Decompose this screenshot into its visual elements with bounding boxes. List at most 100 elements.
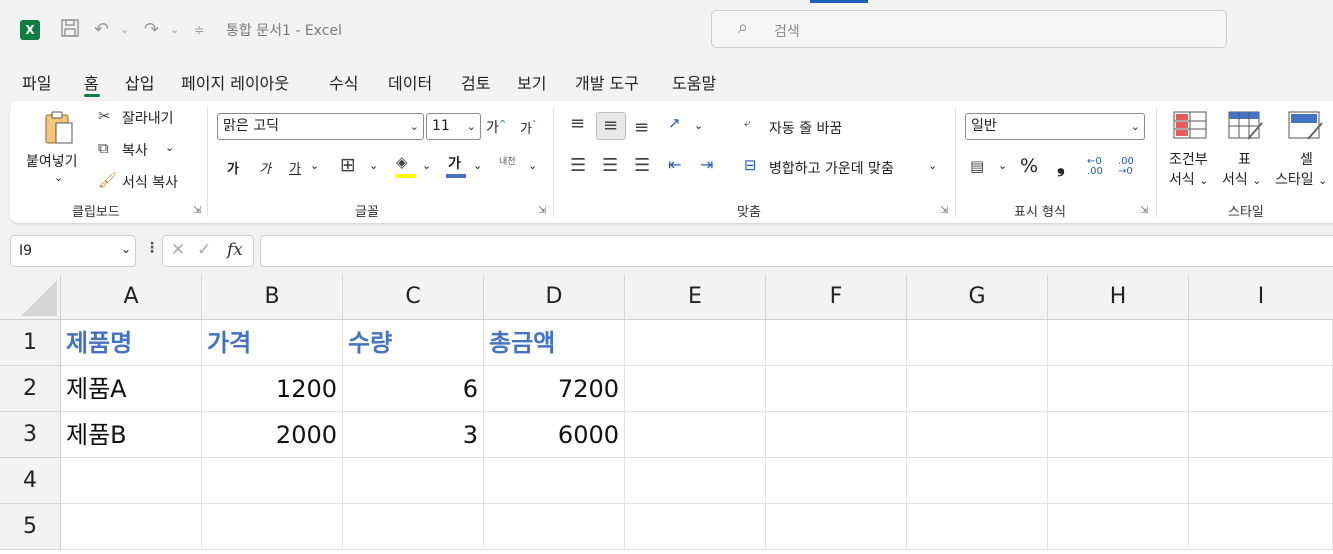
copy-dropdown-icon[interactable]: ⌄ xyxy=(165,141,174,154)
cell-e1[interactable] xyxy=(625,320,766,366)
row-header-1[interactable]: 1 xyxy=(0,320,61,366)
font-name-combo[interactable]: 맑은 고딕 ⌄ xyxy=(217,113,424,140)
wrap-text-button[interactable]: 자동 줄 바꿈 xyxy=(769,118,842,138)
cell-h4[interactable] xyxy=(1048,458,1189,504)
tab-file[interactable]: 파일 xyxy=(22,70,51,94)
cell-e2[interactable] xyxy=(625,366,766,412)
more-options-icon[interactable]: ⋮ xyxy=(145,240,159,256)
underline-button[interactable]: 가 xyxy=(289,158,301,177)
tab-review[interactable]: 검토 xyxy=(461,70,490,94)
cell-h2[interactable] xyxy=(1048,366,1189,412)
cell-a5[interactable] xyxy=(61,504,202,550)
cell-d1[interactable]: 총금액 xyxy=(484,320,625,366)
row-header-4[interactable]: 4 xyxy=(0,458,61,504)
cell-h1[interactable] xyxy=(1048,320,1189,366)
cell-f4[interactable] xyxy=(766,458,907,504)
accounting-format-icon[interactable]: ▤ xyxy=(970,157,984,175)
cell-c3[interactable]: 3 xyxy=(343,412,484,458)
merge-center-button[interactable]: 병합하고 가운데 맞춤 xyxy=(769,158,894,178)
format-as-table-label-2[interactable]: 서식 ⌄ xyxy=(1222,169,1261,189)
cell-e3[interactable] xyxy=(625,412,766,458)
column-header-g[interactable]: G xyxy=(907,275,1048,320)
cut-button[interactable]: 잘라내기 xyxy=(122,108,174,128)
format-painter-button[interactable]: 서식 복사 xyxy=(122,172,178,192)
cell-i1[interactable] xyxy=(1189,320,1333,366)
cell-f1[interactable] xyxy=(766,320,907,366)
font-color-button[interactable]: 가 xyxy=(448,153,461,173)
cell-e4[interactable] xyxy=(625,458,766,504)
cell-c1[interactable]: 수량 xyxy=(343,320,484,366)
row-header-5[interactable]: 5 xyxy=(0,504,61,550)
accounting-dropdown-icon[interactable]: ⌄ xyxy=(998,159,1007,172)
format-as-table-label-1[interactable]: 표 xyxy=(1238,149,1251,169)
search-box[interactable]: ⌕ 검색 xyxy=(711,10,1227,48)
font-color-dropdown-icon[interactable]: ⌄ xyxy=(473,159,482,172)
cell-a2[interactable]: 제품A xyxy=(61,366,202,412)
bold-button[interactable]: 가 xyxy=(227,158,239,177)
cell-b2[interactable]: 1200 xyxy=(202,366,343,412)
cell-f5[interactable] xyxy=(766,504,907,550)
paste-button[interactable]: 붙여넣기 xyxy=(26,151,78,171)
decrease-decimal-button[interactable]: .00 →0 xyxy=(1118,157,1140,177)
increase-indent-icon[interactable]: ⇥ xyxy=(700,155,713,174)
save-icon[interactable] xyxy=(60,18,80,45)
fill-color-dropdown-icon[interactable]: ⌄ xyxy=(422,159,431,172)
customize-quick-access-icon[interactable]: ≑ xyxy=(194,18,204,42)
align-left-icon[interactable]: ☰ xyxy=(570,155,586,176)
grow-font-button[interactable]: 가^ xyxy=(486,117,506,137)
column-header-b[interactable]: B xyxy=(202,275,343,320)
column-header-c[interactable]: C xyxy=(343,275,484,320)
tab-view[interactable]: 보기 xyxy=(517,70,546,94)
tab-page-layout[interactable]: 페이지 레이아웃 xyxy=(181,70,289,94)
undo-dropdown-icon[interactable]: ⌄ xyxy=(120,18,129,42)
italic-button[interactable]: 가 xyxy=(259,158,271,177)
cell-i4[interactable] xyxy=(1189,458,1333,504)
cell-i5[interactable] xyxy=(1189,504,1333,550)
paste-icon[interactable] xyxy=(40,109,78,151)
enter-icon[interactable]: ✓ xyxy=(197,240,211,260)
column-header-f[interactable]: F xyxy=(766,275,907,320)
cell-f2[interactable] xyxy=(766,366,907,412)
column-header-i[interactable]: I xyxy=(1189,275,1333,320)
row-header-2[interactable]: 2 xyxy=(0,366,61,412)
cell-styles-icon[interactable] xyxy=(1288,111,1324,145)
name-box[interactable]: I9 ⌄ xyxy=(10,235,136,267)
cell-g1[interactable] xyxy=(907,320,1048,366)
format-as-table-icon[interactable] xyxy=(1228,111,1264,145)
decrease-indent-icon[interactable]: ⇤ xyxy=(668,155,681,174)
row-header-3[interactable]: 3 xyxy=(0,412,61,458)
orientation-dropdown-icon[interactable]: ⌄ xyxy=(694,119,703,132)
column-header-a[interactable]: A xyxy=(61,275,202,320)
clipboard-launcher-icon[interactable]: ⇲ xyxy=(193,205,201,216)
cancel-icon[interactable]: ✕ xyxy=(171,240,185,260)
align-middle-button[interactable]: ≡ xyxy=(596,112,626,140)
fill-color-icon[interactable]: ◈ xyxy=(396,153,408,171)
cell-g5[interactable] xyxy=(907,504,1048,550)
cell-b1[interactable]: 가격 xyxy=(202,320,343,366)
font-size-combo[interactable]: 11 ⌄ xyxy=(426,113,481,140)
cell-d4[interactable] xyxy=(484,458,625,504)
cell-g2[interactable] xyxy=(907,366,1048,412)
cell-d2[interactable]: 7200 xyxy=(484,366,625,412)
cell-b4[interactable] xyxy=(202,458,343,504)
insert-function-button[interactable]: fx xyxy=(227,240,243,260)
shrink-font-button[interactable]: 가ˇ xyxy=(520,118,536,137)
borders-dropdown-icon[interactable]: ⌄ xyxy=(369,159,378,172)
merge-dropdown-icon[interactable]: ⌄ xyxy=(928,159,937,172)
formula-input[interactable] xyxy=(260,235,1333,267)
cell-i2[interactable] xyxy=(1189,366,1333,412)
orientation-icon[interactable]: ↗ xyxy=(668,114,681,132)
borders-icon[interactable]: ⊞ xyxy=(340,154,356,176)
tab-formulas[interactable]: 수식 xyxy=(329,70,358,94)
conditional-formatting-label-2[interactable]: 서식 ⌄ xyxy=(1169,169,1208,189)
font-launcher-icon[interactable]: ⇲ xyxy=(538,205,546,216)
percent-button[interactable]: % xyxy=(1020,155,1038,177)
cell-a4[interactable] xyxy=(61,458,202,504)
underline-dropdown-icon[interactable]: ⌄ xyxy=(310,159,319,172)
phonetic-dropdown-icon[interactable]: ⌄ xyxy=(528,159,537,172)
redo-icon[interactable]: ↷ xyxy=(144,18,159,42)
cell-styles-label-1[interactable]: 셀 xyxy=(1300,149,1313,169)
cell-g3[interactable] xyxy=(907,412,1048,458)
comma-button[interactable]: ❟ xyxy=(1057,153,1065,177)
cell-h3[interactable] xyxy=(1048,412,1189,458)
